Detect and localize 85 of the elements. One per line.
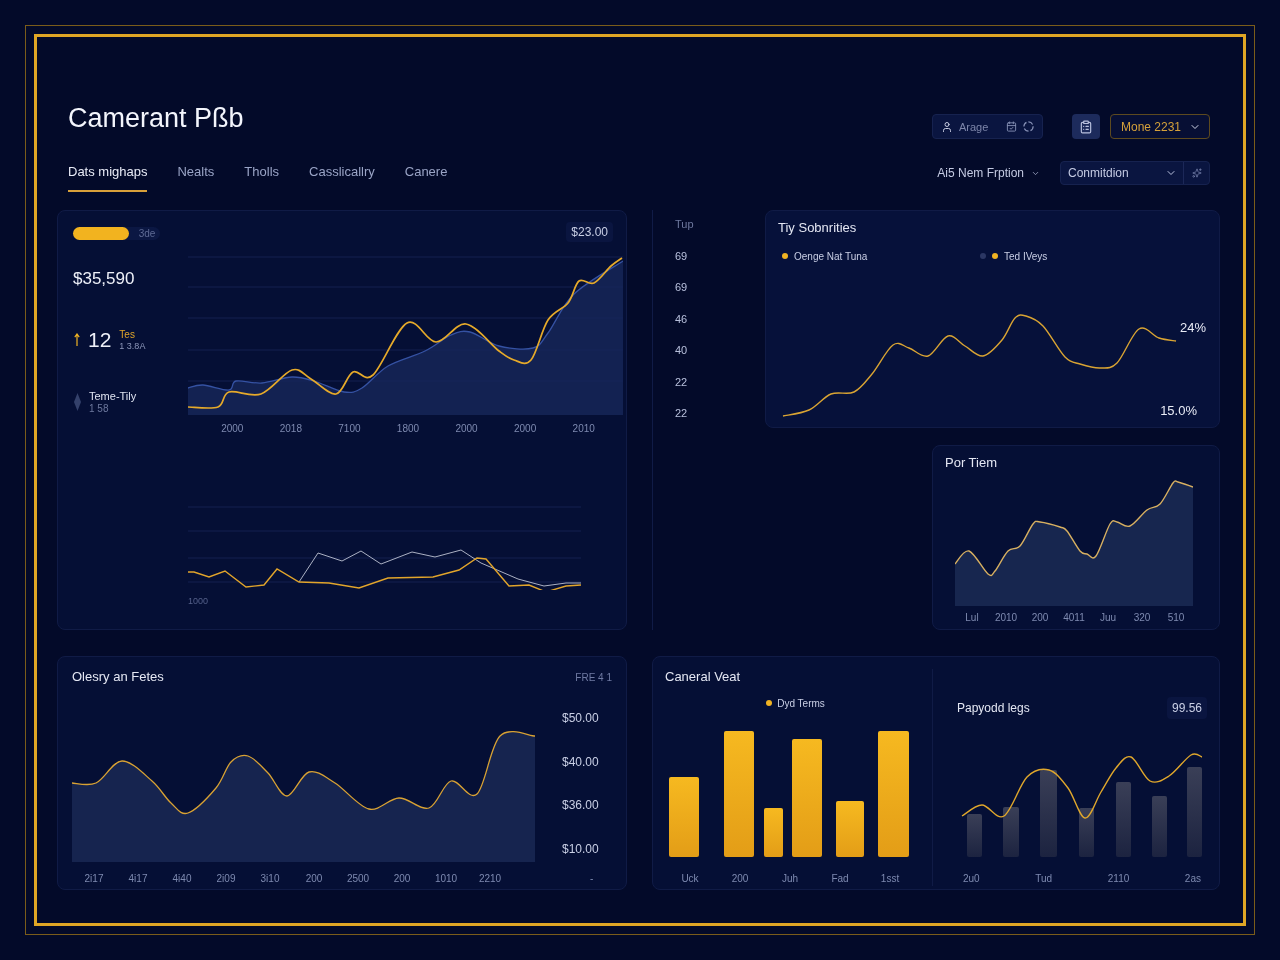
clipboard-button[interactable] — [1072, 114, 1100, 139]
axis-label: Uck — [681, 872, 699, 886]
clipboard-icon — [1079, 119, 1093, 134]
axis-label: 1sst — [880, 872, 900, 886]
axis-label: $36.00 — [562, 798, 599, 812]
axis-label: 1000 — [188, 595, 209, 607]
sparkle-icon — [1192, 168, 1202, 178]
panel-title: Por Tiem — [945, 455, 997, 471]
axis-label: 22 — [675, 406, 688, 420]
axis-label: 4011 — [1063, 611, 1085, 625]
legend-label: Ted IVeys — [1004, 250, 1048, 262]
axis-label: 2000 — [455, 422, 478, 436]
total-value: $35,590 — [73, 269, 135, 289]
axis-label: 40 — [675, 343, 688, 357]
legend-label: Dyd Terms — [777, 697, 825, 709]
filter-menu-button[interactable]: Ai5 Nem Frption — [937, 166, 1040, 180]
axis-label: 2010 — [994, 611, 1018, 625]
axis-label: 1010 — [434, 872, 458, 886]
axis-label: Tud — [1035, 872, 1053, 886]
ring-icon — [1023, 121, 1034, 132]
axis-label: $50.00 — [562, 711, 599, 725]
chart-value-label: 24% — [1180, 321, 1207, 335]
nav-tab[interactable]: Tholls — [244, 158, 280, 192]
axis-label: 22 — [675, 374, 688, 389]
value-badge: 99.56 — [1166, 697, 1207, 719]
axis-label: 3i10 — [260, 872, 280, 886]
diamond-icon — [74, 393, 81, 411]
chart-value-label: 15.0% — [1160, 404, 1197, 418]
axis-label: 2018 — [279, 422, 302, 436]
panel-title: Caneral Veat — [665, 669, 741, 685]
metric-value: 1 58 — [89, 403, 109, 415]
axis-label: 2i09 — [216, 872, 236, 886]
axis-label: 200 — [393, 872, 411, 886]
axis-label: 1800 — [396, 422, 420, 436]
axis-label: - — [590, 872, 594, 886]
metric-label: Teme-Tily — [89, 389, 137, 403]
panel-title: Papyodd legs — [957, 700, 1030, 716]
axis-label: 4i40 — [172, 872, 192, 886]
calendar-check-icon — [1006, 121, 1017, 132]
axis-label: 510 — [1167, 611, 1185, 625]
axis-label: $40.00 — [562, 754, 599, 769]
nav-tab[interactable]: Casslicallry — [309, 158, 375, 192]
user-icon — [941, 120, 953, 133]
axis-label: 2210 — [478, 872, 502, 886]
axis-label: 200 — [1031, 611, 1049, 625]
axis-label: Juh — [781, 872, 799, 886]
axis-label: 2000 — [221, 422, 244, 436]
panel-tag: FRE 4 1 — [575, 671, 612, 683]
axis-label: 2as — [1184, 872, 1201, 886]
period-dropdown[interactable]: Mone 2231 — [1110, 114, 1210, 139]
legend-dot-icon — [766, 700, 773, 706]
panel-title: Olesry an Fetes — [72, 669, 164, 685]
axis-label: Fad — [831, 872, 849, 886]
count-detail: 1 3.8A — [119, 340, 146, 352]
axis-label: 69 — [675, 248, 688, 263]
arrow-up-icon — [74, 333, 80, 347]
axis-label: 200 — [731, 872, 749, 886]
progress-label: 3de — [138, 227, 156, 240]
axis-label: 320 — [1133, 611, 1151, 625]
axis-label: Juu — [1099, 611, 1117, 625]
dashboard-title: Camerant Pßb — [68, 102, 244, 134]
count-value: 12 — [88, 328, 112, 352]
axis-label: 4i17 — [128, 872, 148, 886]
nav-tab[interactable]: Nealts — [177, 158, 215, 192]
condition-select[interactable]: Conmitdion — [1060, 161, 1210, 185]
axis-label: 2u0 — [963, 872, 980, 886]
axis-label: 46 — [675, 311, 688, 326]
axis-label: $10.00 — [562, 841, 599, 856]
axis-label: 200 — [305, 872, 323, 886]
axis-label: Tup — [675, 217, 694, 231]
legend-label: Oenge Nat Tuna — [794, 250, 868, 262]
nav-tab[interactable]: Canere — [404, 158, 448, 192]
axis-label: 7100 — [338, 422, 361, 436]
value-badge: $23.00 — [566, 222, 613, 242]
axis-label: 2000 — [514, 422, 537, 436]
search-input[interactable]: Arage — [959, 119, 999, 134]
nav-tab[interactable]: Dats mighaps — [68, 158, 148, 192]
axis-label: 2i17 — [84, 872, 104, 886]
count-label: Tes — [119, 328, 135, 341]
axis-label: 2110 — [1107, 872, 1130, 886]
panel-title: Tiy Sobnrities — [778, 220, 857, 236]
axis-label: 2500 — [346, 872, 370, 886]
axis-label: 2010 — [572, 422, 595, 436]
axis-label: 69 — [675, 280, 688, 294]
axis-label: Lul — [965, 611, 979, 625]
